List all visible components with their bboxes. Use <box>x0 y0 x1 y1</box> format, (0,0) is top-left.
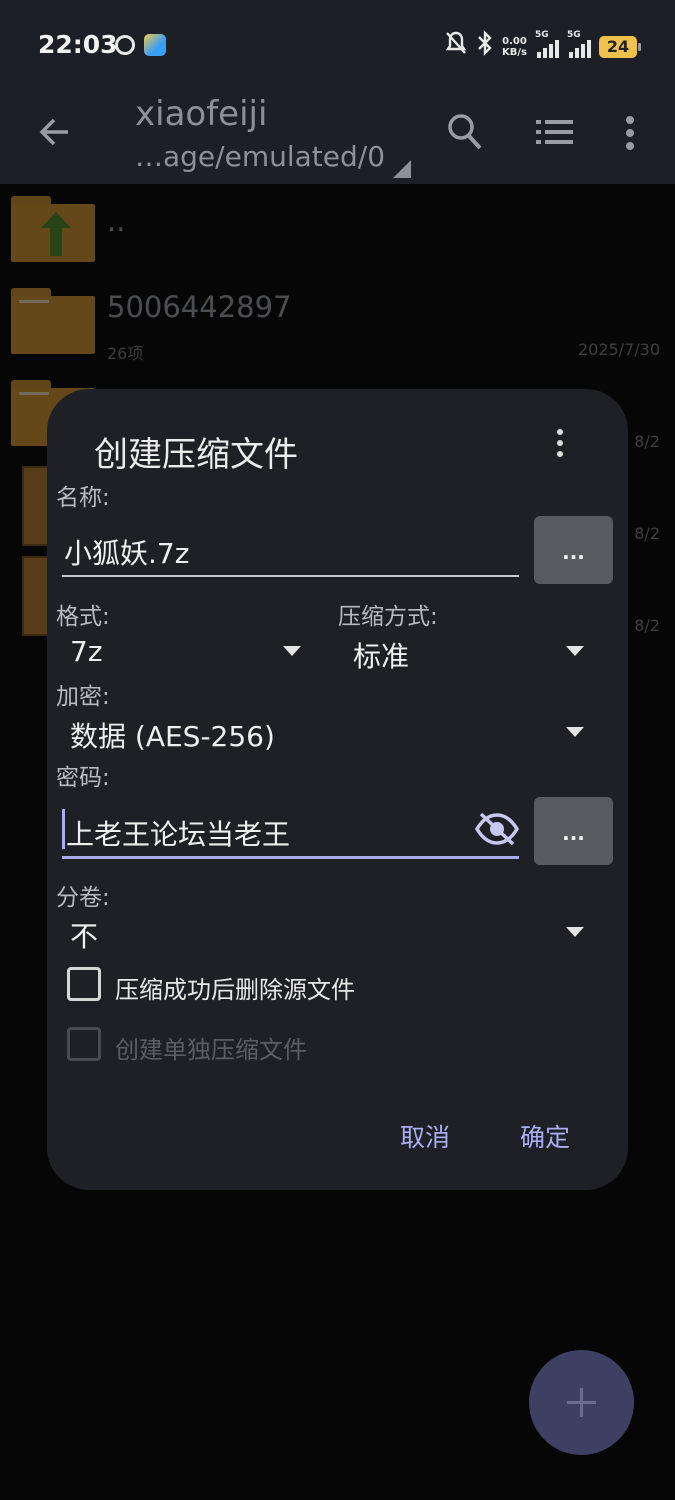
separate-archive-checkbox <box>67 1027 101 1061</box>
compression-label: 压缩方式: <box>338 604 438 630</box>
separate-archive-label: 创建单独压缩文件 <box>115 1036 307 1064</box>
chevron-down-icon[interactable] <box>283 646 301 656</box>
search-icon[interactable] <box>446 112 484 156</box>
archive-name-input[interactable]: 小狐妖.7z <box>64 532 189 572</box>
chevron-down-icon[interactable] <box>566 727 584 737</box>
signal-type: 5G <box>567 30 581 40</box>
delete-source-checkbox[interactable] <box>67 967 101 1001</box>
chevron-down-icon[interactable] <box>566 927 584 937</box>
cancel-button[interactable]: 取消 <box>400 1118 450 1154</box>
chevron-down-icon[interactable] <box>566 646 584 656</box>
signal-type: 5G <box>535 30 549 40</box>
text-cursor <box>62 809 65 849</box>
net-speed-value: 0.00 <box>502 36 527 47</box>
encryption-select[interactable]: 数据 (AES-256) <box>70 715 275 755</box>
status-icons: 0.00 KB/s 5G 5G 24 <box>444 30 641 64</box>
browse-button[interactable]: ... <box>534 516 613 584</box>
create-archive-dialog: 创建压缩文件 名称: 小狐妖.7z ... 格式: 压缩方式: 7z 标准 加密… <box>47 389 628 1190</box>
bluetooth-icon <box>476 30 494 64</box>
password-input[interactable]: 上老王论坛当老王 <box>66 813 290 853</box>
encryption-label: 加密: <box>56 684 110 710</box>
password-underline <box>62 856 519 859</box>
ok-button[interactable]: 确定 <box>520 1118 570 1154</box>
signal-icon: 5G <box>567 30 591 58</box>
list-view-icon[interactable] <box>536 118 574 150</box>
format-select[interactable]: 7z <box>70 635 103 668</box>
path-dropdown-icon[interactable] <box>393 160 411 178</box>
net-speed-unit: KB/s <box>502 47 527 58</box>
back-arrow-icon[interactable] <box>34 112 74 152</box>
mute-icon <box>444 30 468 64</box>
app-bar: xiaofeiji …age/emulated/0 <box>0 90 675 184</box>
dialog-more-icon[interactable] <box>553 429 567 463</box>
password-label: 密码: <box>56 765 110 791</box>
add-fab-button[interactable] <box>529 1350 634 1455</box>
status-time: 22:03 <box>38 30 118 59</box>
status-bar: 22:03 0.00 KB/s 5G 5G 24 <box>0 0 675 90</box>
battery-icon: 24 <box>599 36 641 58</box>
page-title: xiaofeiji <box>135 94 268 134</box>
app-notification-icon <box>144 34 166 56</box>
net-speed: 0.00 KB/s <box>502 36 527 58</box>
dialog-title: 创建压缩文件 <box>94 435 298 475</box>
name-underline <box>62 575 519 577</box>
hide-password-icon[interactable] <box>474 811 520 851</box>
format-label: 格式: <box>56 604 110 630</box>
password-more-button[interactable]: ... <box>534 797 613 865</box>
compression-select[interactable]: 标准 <box>353 635 409 675</box>
signal-icon: 5G <box>535 30 559 58</box>
more-options-icon[interactable] <box>624 114 636 158</box>
volume-label: 分卷: <box>56 885 110 911</box>
delete-source-label[interactable]: 压缩成功后删除源文件 <box>115 970 355 1005</box>
name-label: 名称: <box>56 485 110 511</box>
volume-select[interactable]: 不 <box>70 915 98 955</box>
app-notification-icon <box>115 35 135 55</box>
current-path[interactable]: …age/emulated/0 <box>135 140 385 173</box>
